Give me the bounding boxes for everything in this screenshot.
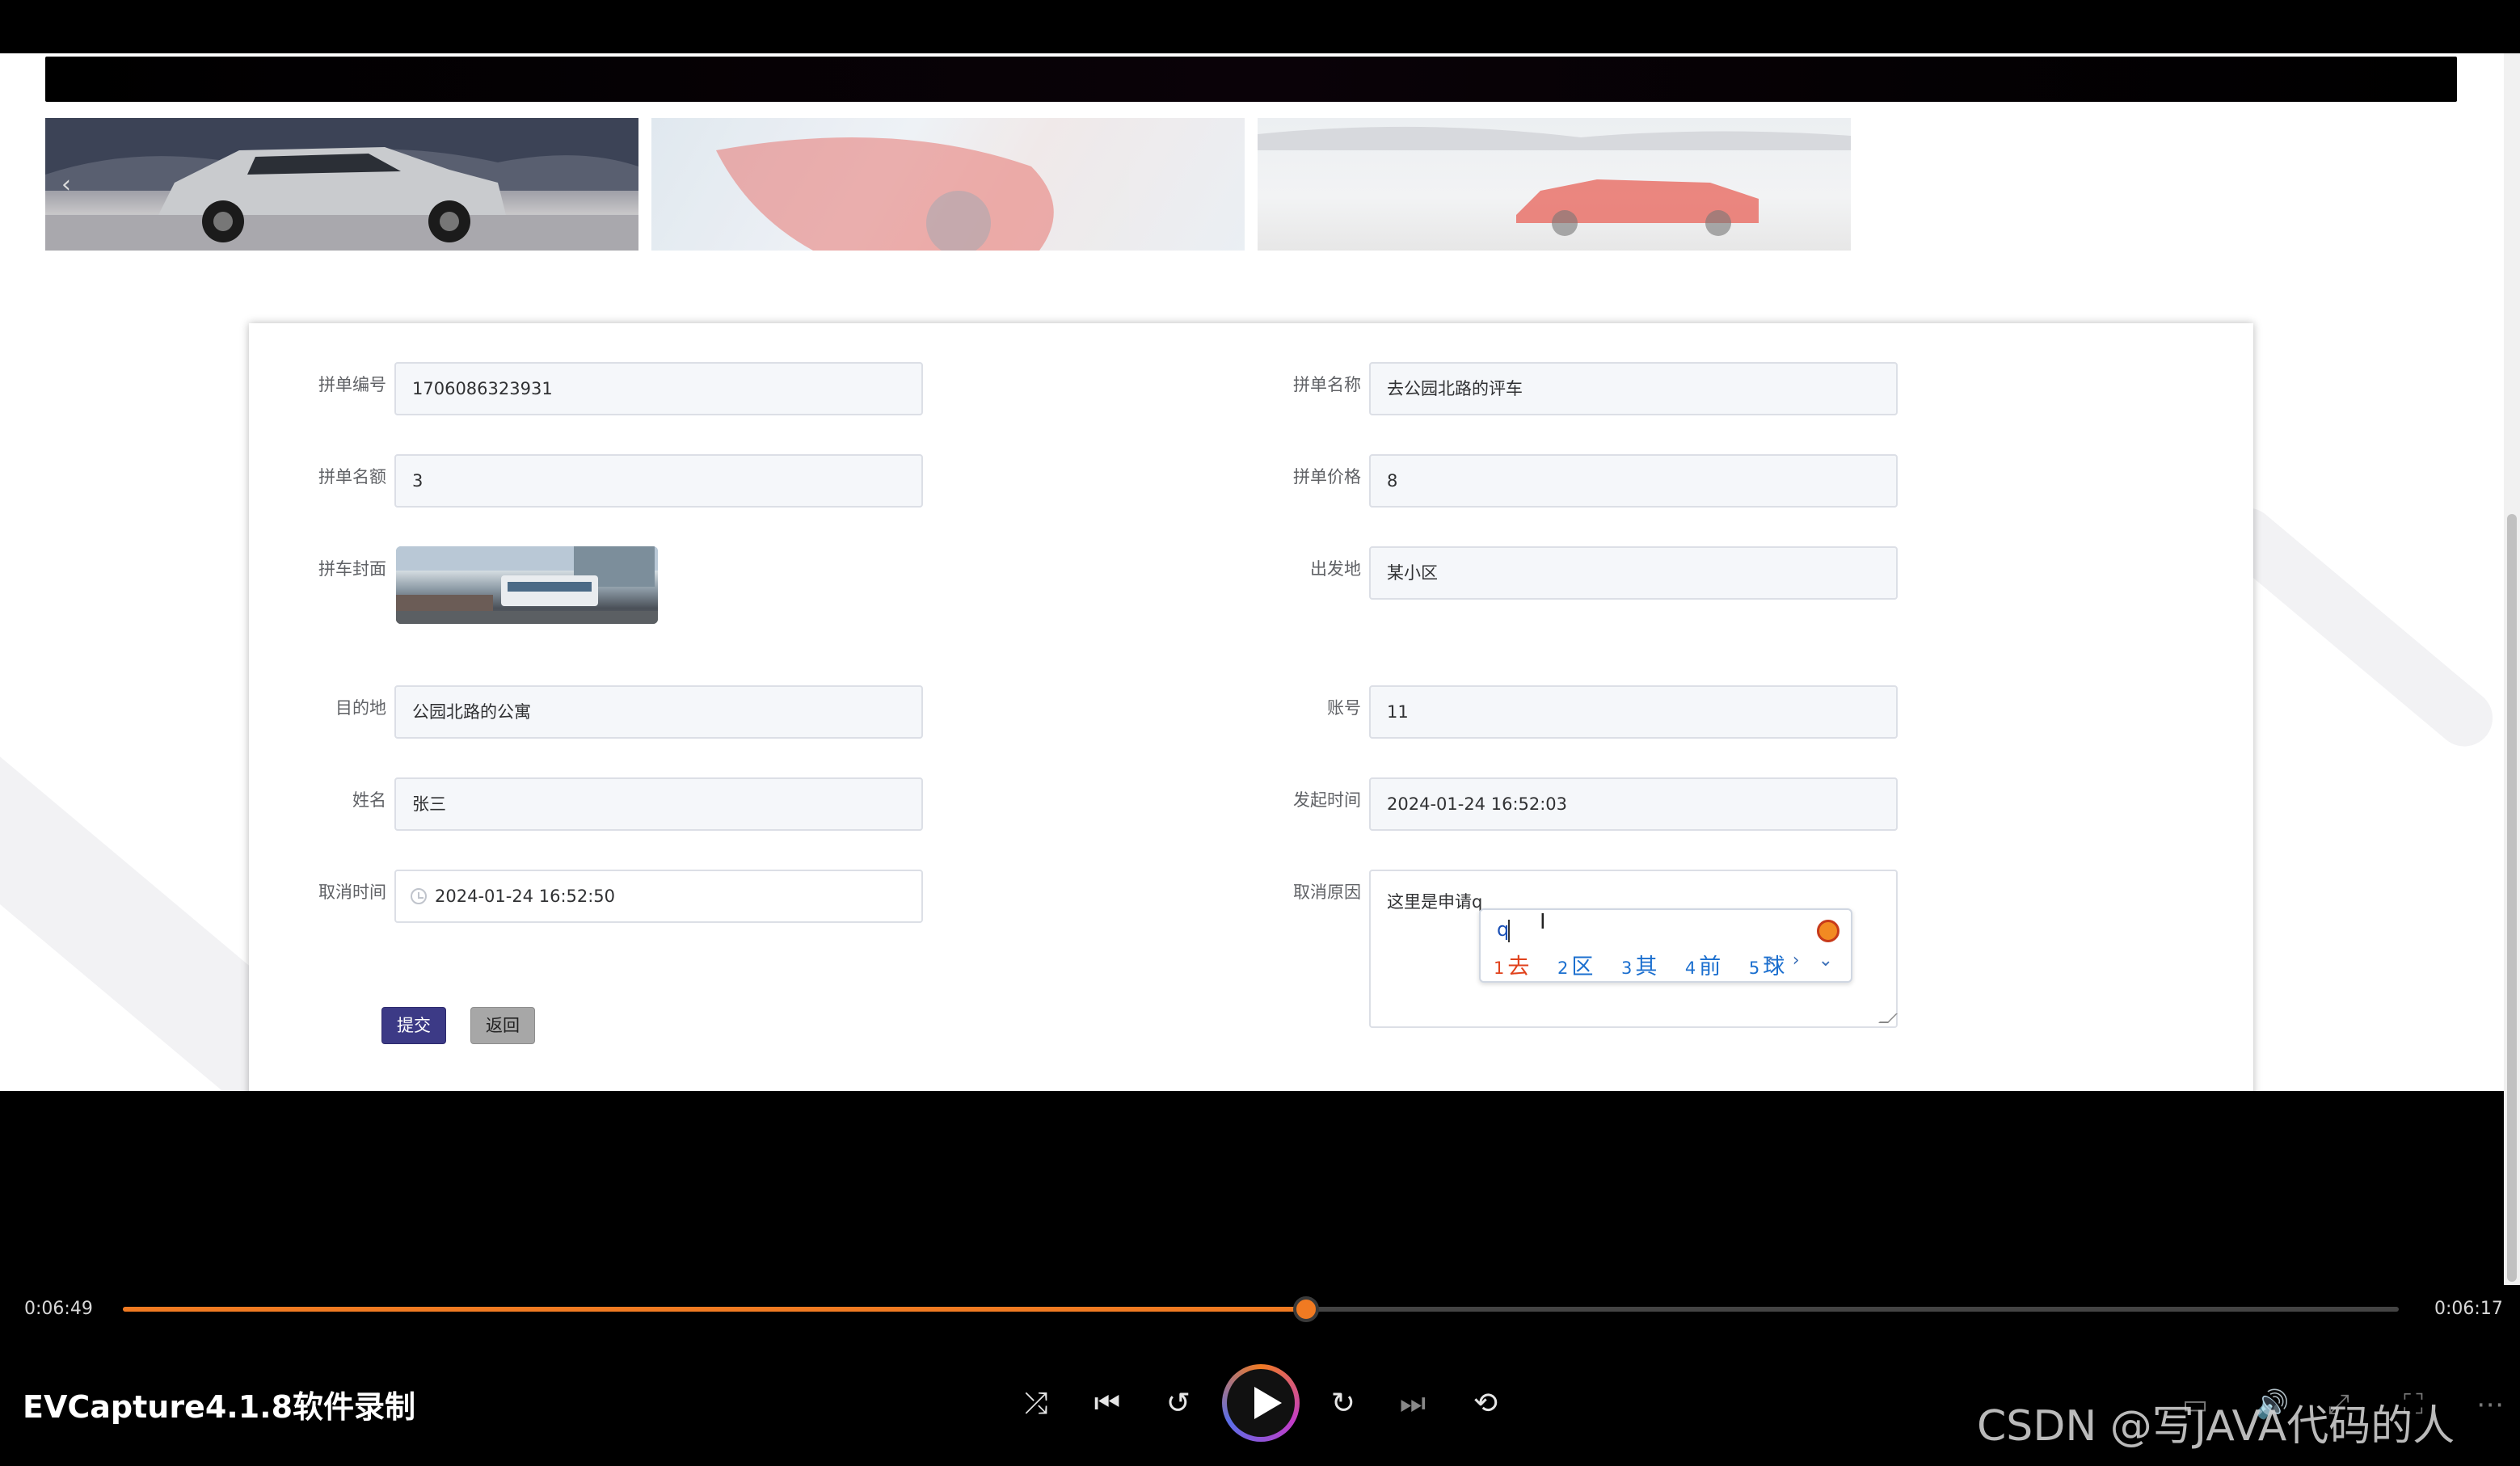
price-field[interactable]: 8 <box>1369 454 1898 508</box>
ime-composition: q <box>1497 918 1510 941</box>
remaining-time: 0:06:17 <box>2434 1299 2503 1319</box>
text-cursor-icon: I <box>1540 910 1546 934</box>
destination-label: 目的地 <box>335 698 386 718</box>
submit-button[interactable]: 提交 <box>381 1007 446 1044</box>
cover-label: 拼车封面 <box>318 559 386 579</box>
bus-station-image <box>396 546 658 624</box>
ime-candidate-popup: q 1去 2区 3其 4前 5球 ‹ › ⌄ <box>1479 908 1852 983</box>
cancel-reason-text: 这里是申请q <box>1387 892 1483 912</box>
name-field[interactable]: 张三 <box>394 777 923 831</box>
previous-icon[interactable]: ⏮ <box>1088 1387 1127 1421</box>
shuffle-icon[interactable]: ⤮ <box>1017 1387 1056 1421</box>
repeat-icon[interactable]: ⟲ <box>1466 1387 1505 1420</box>
order-no-field[interactable]: 1706086323931 <box>394 362 923 415</box>
slots-label: 拼单名额 <box>318 467 386 487</box>
ime-candidate[interactable]: 3其 <box>1621 954 1657 979</box>
ime-candidates: 1去 2区 3其 4前 5球 <box>1494 949 1806 980</box>
carousel-prev-icon: ‹ <box>61 171 71 199</box>
cancel-time-picker[interactable]: 2024-01-24 16:52:50 <box>394 870 923 923</box>
red-sportscar-image <box>1258 126 1851 236</box>
progress-fill <box>123 1307 1307 1312</box>
text-caret <box>1508 920 1510 942</box>
name-label: 姓名 <box>352 790 386 810</box>
banner-image[interactable]: ‹ <box>45 118 638 251</box>
slots-field[interactable]: 3 <box>394 454 923 508</box>
cancel-time-value: 2024-01-24 16:52:50 <box>435 887 616 906</box>
ime-candidate[interactable]: 1去 <box>1494 954 1529 979</box>
order-detail-form: 拼单编号 1706086323931 拼单名称 去公园北路的评车 拼单名额 3 … <box>249 323 2253 1091</box>
order-name-field[interactable]: 去公园北路的评车 <box>1369 362 1898 415</box>
banner-image[interactable] <box>651 118 1245 251</box>
next-icon[interactable]: ⏭ <box>1393 1387 1432 1421</box>
play-icon <box>1254 1387 1282 1419</box>
order-no-label: 拼单编号 <box>318 375 386 394</box>
scrollbar-thumb[interactable] <box>2507 514 2517 1282</box>
top-nav-bar <box>45 57 2457 102</box>
origin-label: 出发地 <box>1310 559 1361 579</box>
created-time-field[interactable]: 2024-01-24 16:52:03 <box>1369 777 1898 831</box>
cancel-reason-label: 取消原因 <box>1293 883 1361 902</box>
current-time: 0:06:49 <box>24 1299 93 1319</box>
origin-field[interactable]: 某小区 <box>1369 546 1898 600</box>
price-label: 拼单价格 <box>1293 467 1361 487</box>
watermark: CSDN @写JAVA代码的人 <box>1977 1402 2455 1451</box>
more-icon[interactable]: ⋯ <box>2476 1388 2504 1421</box>
play-button[interactable] <box>1222 1364 1300 1442</box>
cover-image[interactable] <box>396 546 658 624</box>
banner-image[interactable] <box>1258 118 1851 251</box>
clock-icon <box>411 888 427 904</box>
ime-logo-icon[interactable] <box>1817 920 1839 942</box>
suv-car-image: ‹ <box>45 118 638 251</box>
progress-track[interactable] <box>123 1307 2399 1312</box>
forward-30-icon[interactable]: ↻ <box>1324 1387 1363 1420</box>
ime-page-nav[interactable]: ‹ › ⌄ <box>1767 950 1839 971</box>
resize-handle-icon[interactable] <box>1878 1013 1898 1023</box>
web-page: ‹ 拼单编号 1706086323931 拼单名称 去公园北路的评车 拼单名额 … <box>0 53 2504 1091</box>
back-button[interactable]: 返回 <box>470 1007 535 1044</box>
ime-candidate[interactable]: 4前 <box>1685 954 1721 979</box>
cancel-time-label: 取消时间 <box>318 883 386 902</box>
screen: ‹ 拼单编号 1706086323931 拼单名称 去公园北路的评车 拼单名额 … <box>0 0 2520 1466</box>
red-sportscar-image <box>716 137 1054 251</box>
recorder-label: EVCapture4.1.8软件录制 <box>23 1389 416 1425</box>
created-time-label: 发起时间 <box>1293 790 1361 810</box>
rewind-10-icon[interactable]: ↺ <box>1159 1387 1198 1420</box>
page-scrollbar[interactable] <box>2504 53 2520 1290</box>
ime-candidate[interactable]: 2区 <box>1557 954 1593 979</box>
destination-field[interactable]: 公园北路的公寓 <box>394 685 923 739</box>
account-field[interactable]: 11 <box>1369 685 1898 739</box>
order-name-label: 拼单名称 <box>1293 375 1361 394</box>
account-label: 账号 <box>1327 698 1361 718</box>
